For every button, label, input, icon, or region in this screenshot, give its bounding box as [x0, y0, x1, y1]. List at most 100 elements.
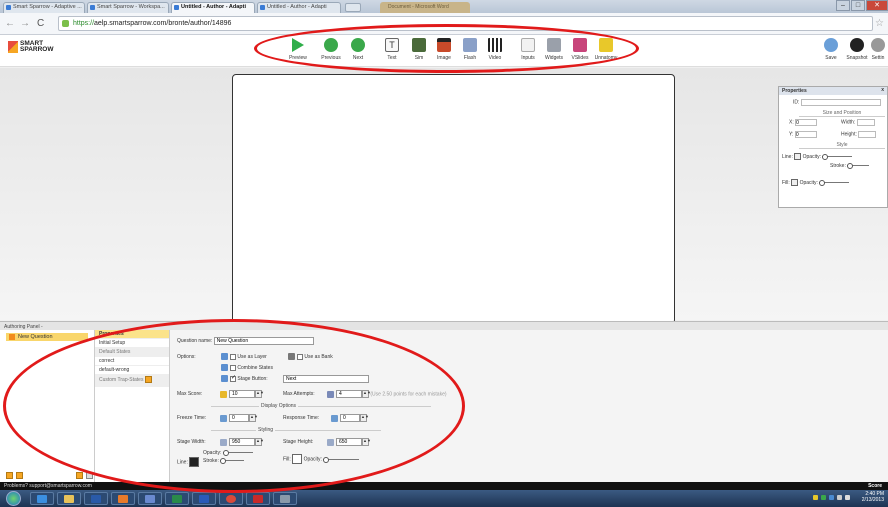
response-time-stepper[interactable]: ▲▼ [360, 414, 369, 422]
y-label: Y: [789, 131, 794, 138]
stroke-slider[interactable] [220, 458, 245, 465]
stage-width-input[interactable] [229, 438, 255, 447]
browser-tab-3[interactable]: Untitled - Author - Adapti [171, 2, 255, 13]
nav-initial-setup[interactable]: Initial Setup [95, 339, 169, 348]
copy-question-icon[interactable] [16, 472, 23, 479]
clock[interactable]: 2:40 PM 2/13/2013 [862, 491, 884, 503]
close-icon[interactable]: ✕ [866, 0, 888, 11]
id-input[interactable] [800, 99, 881, 106]
properties-close-button[interactable]: x [881, 87, 884, 93]
widgets-tool-button[interactable]: Widgets [540, 38, 568, 61]
browser-tab-1[interactable]: Smart Sparrow - Adaptive ... [3, 2, 85, 13]
height-input[interactable] [858, 131, 877, 138]
width-input[interactable] [856, 119, 875, 126]
freeze-time-input[interactable] [229, 414, 249, 423]
previous-icon [324, 38, 338, 52]
save-button[interactable]: Save [817, 38, 845, 61]
volume-icon[interactable] [845, 495, 850, 500]
next-button[interactable]: Next [344, 38, 372, 61]
back-icon[interactable]: ← [5, 18, 15, 29]
sim-tool-button[interactable]: Sim [405, 38, 433, 61]
tray-icon[interactable] [813, 495, 818, 500]
snapshot-button[interactable]: Snapshot [843, 38, 871, 61]
y-input[interactable] [794, 131, 817, 138]
preview-button[interactable]: Preview [284, 38, 312, 61]
flash-tool-button[interactable]: Flash [456, 38, 484, 61]
stage-button-input[interactable] [283, 375, 369, 383]
video-tool-button[interactable]: Video [481, 38, 509, 61]
taskbar-app-acrobat[interactable] [246, 492, 270, 505]
use-as-bank-checkbox[interactable] [297, 353, 303, 360]
text-tool-button[interactable]: T Text [378, 38, 406, 61]
max-score-stepper[interactable]: ▲▼ [255, 390, 264, 398]
fill-opacity-label: Opacity: [303, 456, 322, 463]
max-attempts-input[interactable] [336, 390, 362, 399]
unnatomy-tool-button[interactable]: Unnatomy [592, 38, 620, 61]
taskbar-app-pen[interactable] [138, 492, 162, 505]
nav-state-default-wrong[interactable]: default-wrong [95, 366, 169, 375]
settings-button[interactable]: Settin [868, 38, 888, 61]
x-input[interactable] [795, 119, 818, 126]
background-window-tab[interactable]: Document - Microsoft Word [380, 2, 470, 13]
browser-tab-4[interactable]: Untitled - Author - Adapti [257, 2, 341, 13]
reload-icon[interactable]: C [37, 18, 44, 29]
style-heading: Style [799, 142, 885, 149]
minimize-icon[interactable]: – [836, 0, 850, 11]
taskbar-app-word[interactable] [192, 492, 216, 505]
url-field[interactable]: https://aelp.smartsparrow.com/bronte/aut… [58, 16, 873, 31]
start-button-icon[interactable] [6, 491, 21, 506]
nav-properties[interactable]: Properties [95, 330, 169, 339]
stage-height-input[interactable] [336, 438, 362, 447]
forward-icon[interactable]: → [20, 18, 30, 29]
use-as-layer-checkbox[interactable] [230, 353, 236, 360]
inputs-tool-button[interactable]: Inputs [514, 38, 542, 61]
stage-height-stepper[interactable]: ▲▼ [362, 438, 371, 446]
tray-icon[interactable] [829, 495, 834, 500]
taskbar-app-explorer[interactable] [57, 492, 81, 505]
nav-state-correct[interactable]: correct [95, 357, 169, 366]
max-score-input[interactable] [229, 390, 255, 399]
taskbar-app-media[interactable] [84, 492, 108, 505]
fill-color-swatch[interactable] [791, 179, 799, 186]
line-opacity-slider[interactable] [822, 154, 853, 160]
image-tool-button[interactable]: Image [430, 38, 458, 61]
taskbar-app-ie[interactable] [30, 492, 54, 505]
maximize-icon[interactable]: □ [851, 0, 865, 11]
fill-opacity-label: Opacity: [799, 179, 818, 186]
favicon-icon [174, 5, 179, 10]
stage-button-checkbox[interactable] [230, 374, 236, 382]
freeze-time-stepper[interactable]: ▲▼ [249, 414, 258, 422]
tray-icon[interactable] [821, 495, 826, 500]
taskbar-app-chrome[interactable] [219, 492, 243, 505]
response-time-label: Response Time: [283, 415, 320, 421]
combine-states-checkbox[interactable] [230, 364, 236, 371]
stage-width-stepper[interactable]: ▲▼ [255, 438, 264, 446]
line-color-swatch[interactable] [189, 457, 200, 467]
previous-button[interactable]: Previous [317, 38, 345, 61]
bookmark-star-icon[interactable]: ☆ [875, 18, 884, 29]
stroke-slider[interactable] [847, 163, 870, 170]
new-tab-button[interactable] [345, 3, 361, 12]
taskbar-app-outlook[interactable] [111, 492, 135, 505]
fill-color-swatch[interactable] [292, 454, 303, 464]
trash-icon[interactable] [86, 472, 93, 479]
add-question-icon[interactable] [6, 472, 13, 479]
line-opacity-slider[interactable] [222, 450, 253, 457]
authoring-panel-bar[interactable]: Authoring Panel - [0, 321, 888, 330]
question-name-input[interactable] [213, 337, 314, 345]
support-link[interactable]: Problems? support@smartsparrow.com [4, 483, 92, 489]
question-item[interactable]: New Question [6, 333, 88, 341]
stage-canvas[interactable] [232, 74, 675, 324]
response-time-input[interactable] [340, 414, 360, 423]
line-color-swatch[interactable] [794, 153, 802, 160]
max-attempts-stepper[interactable]: ▲▼ [362, 390, 371, 398]
browser-tab-2[interactable]: Smart Sparrow - Workspa... [87, 2, 169, 13]
taskbar-app-other[interactable] [273, 492, 297, 505]
taskbar-app-excel[interactable] [165, 492, 189, 505]
network-icon[interactable] [837, 495, 842, 500]
vslides-tool-button[interactable]: VSlides [566, 38, 594, 61]
fill-opacity-slider[interactable] [323, 456, 360, 463]
fill-opacity-slider[interactable] [819, 180, 850, 186]
folder-icon[interactable] [76, 472, 83, 479]
add-trap-state-icon[interactable] [144, 376, 152, 383]
